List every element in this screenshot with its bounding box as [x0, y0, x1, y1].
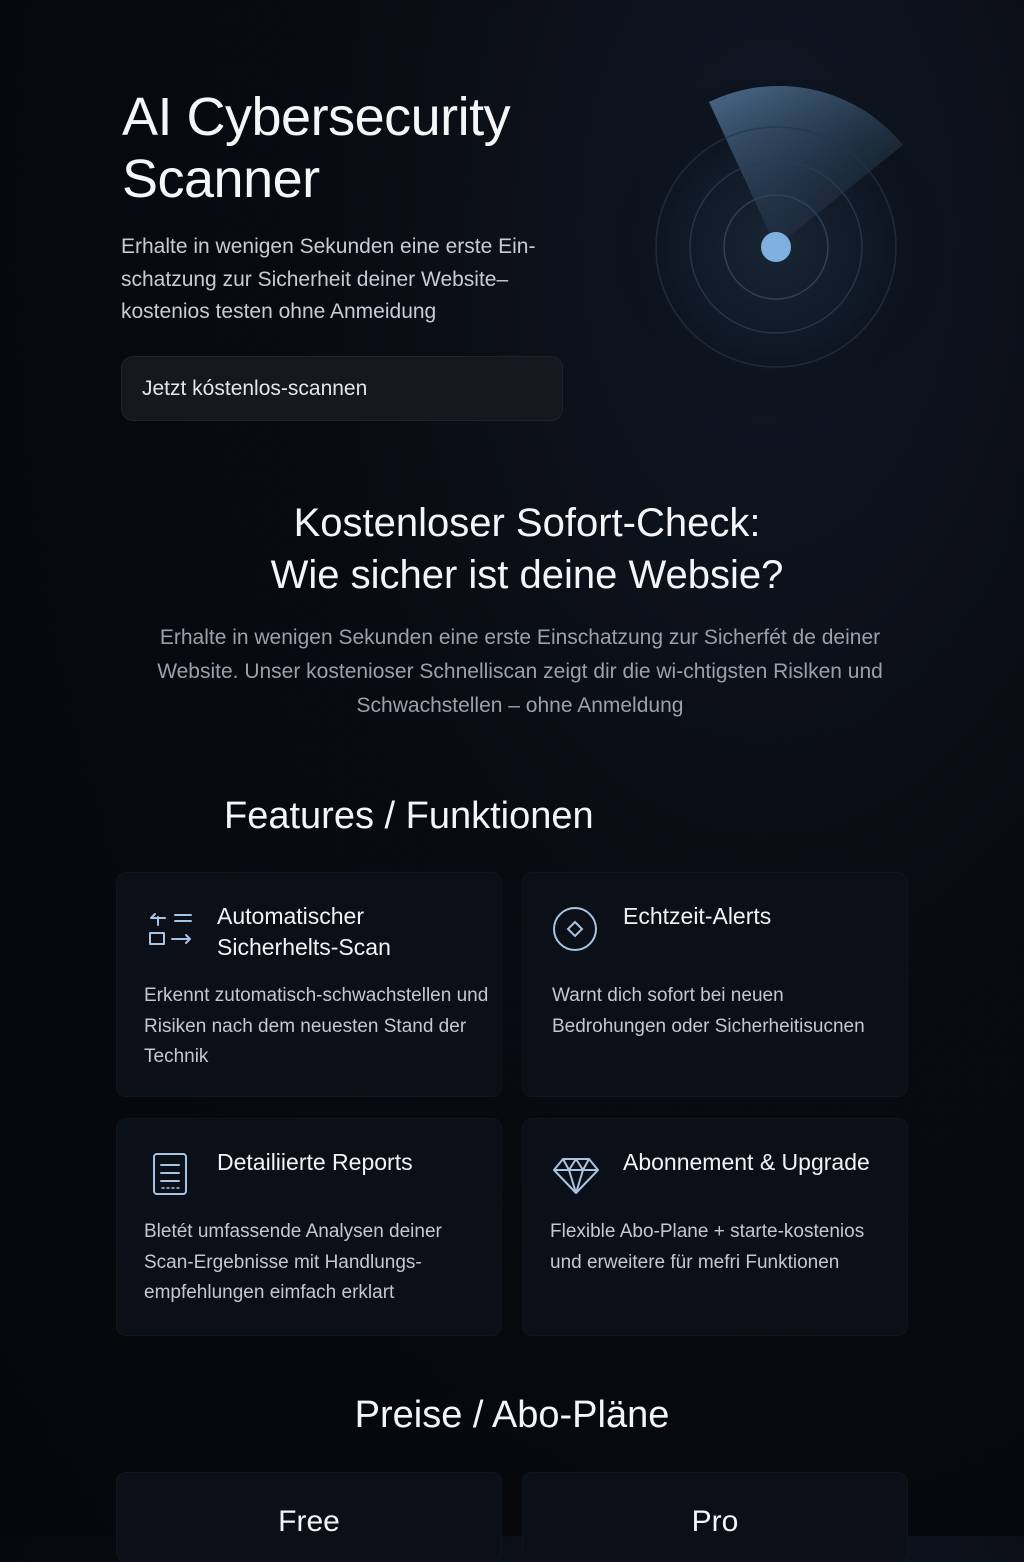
feature-description: Flexible Abo-Plane + starte-kostenios un…: [550, 1221, 865, 1273]
plan-card-pro[interactable]: Pro: [522, 1472, 908, 1562]
pricing-title: Preise / Abo-Pläne: [354, 1394, 670, 1436]
feature-description: Warnt dich sofort bei neuen Bedrohungen …: [552, 985, 865, 1037]
plan-name: Free: [278, 1505, 340, 1538]
feature-title: Detailiierte Reports: [217, 1149, 413, 1175]
feature-card-subscription: Abonnement & Upgrade Flexible Abo-Plane …: [522, 1118, 908, 1336]
feature-card-reports: Detailiierte Reports Bletét umfassende A…: [116, 1118, 502, 1336]
check-description: Erhalte in wenigen Sekunden eine erste E…: [157, 626, 883, 717]
feature-title: Automatischer Sicherhelts-Scan: [217, 903, 391, 960]
feature-title: Echtzeit-Alerts: [623, 903, 772, 929]
hero-subtitle: Erhalte in wenigen Sekunden eine erste E…: [121, 235, 536, 323]
feature-card-alerts: Echtzeit-Alerts Warnt dich sofort bei ne…: [522, 872, 908, 1097]
check-title: Kostenloser Sofort-Check: Wie sicher ist…: [0, 497, 1024, 601]
check-title-line2: Wie sicher ist deine Websie?: [270, 553, 784, 597]
check-title-line1: Kostenloser Sofort-Check:: [293, 501, 761, 545]
hero-title: AI Cybersecurity Scanner: [122, 87, 511, 209]
plan-name: Pro: [691, 1505, 739, 1538]
feature-description: Erkennt zutomatisch-schwachstellen und R…: [144, 985, 489, 1067]
plan-card-free[interactable]: Free: [116, 1472, 502, 1562]
document-report-icon: [153, 1153, 187, 1195]
gem-icon: [553, 1158, 599, 1194]
radar-scan-icon: [603, 74, 949, 416]
feature-description: Bletét umfassende Analysen deiner Scan-E…: [144, 1221, 442, 1303]
features-title: Features / Funktionen: [224, 795, 594, 837]
alert-diamond-icon: [553, 907, 597, 951]
free-scan-button[interactable]: Jetzt kóstenlos-scannen: [121, 356, 563, 421]
feature-title: Abonnement & Upgrade: [623, 1149, 870, 1175]
scan-arrows-icon: [149, 913, 192, 945]
feature-card-scan: Automatischer Sicherhelts-Scan Erkennt z…: [116, 872, 502, 1097]
